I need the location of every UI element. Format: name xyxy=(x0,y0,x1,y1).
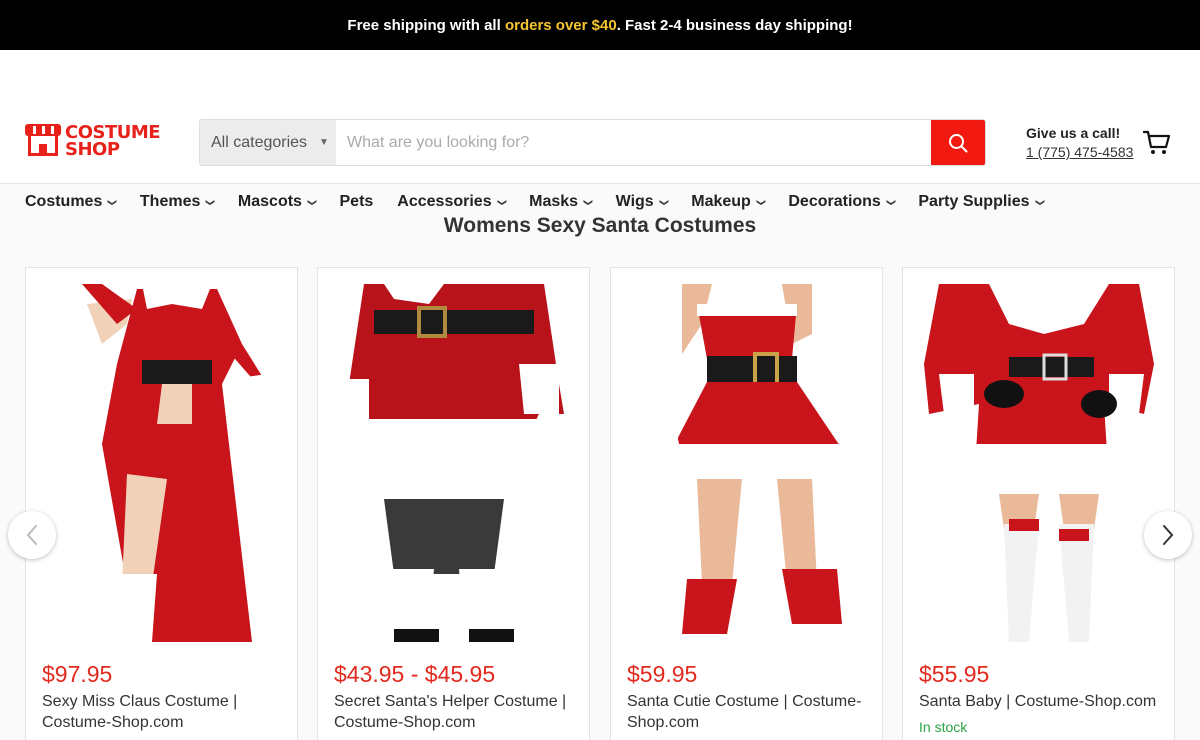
chevron-down-icon: ❯ xyxy=(583,198,594,206)
search-bar: All categories ▼ xyxy=(199,119,986,166)
product-price: $59.95 xyxy=(627,661,698,687)
logo-line-2: SHOP xyxy=(65,139,120,160)
cart-icon xyxy=(1142,130,1171,154)
announcement-text-end: . Fast 2-4 business day shipping! xyxy=(616,16,853,34)
site-header: COSTUME SHOP All categories ▼ Give us a … xyxy=(0,50,1200,210)
collection-title: Womens Sexy Santa Costumes xyxy=(443,214,757,237)
nav-label: Makeup xyxy=(691,193,751,210)
contact-title: Give us a call! xyxy=(1026,125,1121,141)
nav-item-party-supplies[interactable]: Party Supplies ❯ xyxy=(918,193,1045,211)
product-title[interactable]: Santa Cutie Costume | Costume-Shop.com xyxy=(627,691,867,733)
nav-label: Pets xyxy=(339,193,374,210)
chevron-down-icon: ❯ xyxy=(658,198,669,206)
product-card[interactable]: $43.95 - $45.95 Secret Santa's Helper Co… xyxy=(317,267,590,740)
search-input[interactable] xyxy=(336,120,931,165)
chevron-left-icon xyxy=(26,525,37,545)
product-price: $97.95 xyxy=(42,661,113,687)
nav-item-wigs[interactable]: Wigs ❯ xyxy=(615,193,669,211)
product-price: $55.95 xyxy=(919,661,990,687)
search-button[interactable] xyxy=(931,120,985,165)
nav-item-themes[interactable]: Themes ❯ xyxy=(139,193,216,211)
nav-label: Themes xyxy=(139,193,201,210)
nav-label: Decorations xyxy=(788,193,881,210)
product-title[interactable]: Secret Santa's Helper Costume | Costume-… xyxy=(334,691,574,733)
nav-label: Costumes xyxy=(25,193,103,210)
chevron-down-icon: ❯ xyxy=(205,198,216,206)
category-select-value: All categories xyxy=(211,133,308,151)
nav-label: Masks xyxy=(529,193,579,210)
nav-item-accessories[interactable]: Accessories ❯ xyxy=(397,193,507,211)
product-price: $43.95 - $45.95 xyxy=(334,661,496,687)
nav-item-pets[interactable]: Pets xyxy=(340,193,374,211)
chevron-down-icon: ❯ xyxy=(496,198,507,206)
category-select[interactable]: All categories ▼ xyxy=(200,120,336,165)
announcement-bar: Free shipping with all orders over $40. … xyxy=(0,0,1200,50)
product-image[interactable] xyxy=(42,284,282,642)
carousel-prev-button[interactable] xyxy=(8,511,56,559)
site-logo[interactable]: COSTUME SHOP xyxy=(25,124,161,160)
nav-item-costumes[interactable]: Costumes ❯ xyxy=(25,193,118,211)
chevron-down-icon: ▼ xyxy=(319,137,329,148)
nav-item-makeup[interactable]: Makeup ❯ xyxy=(691,193,767,211)
nav-item-mascots[interactable]: Mascots ❯ xyxy=(237,193,318,211)
chevron-down-icon: ❯ xyxy=(307,198,318,206)
product-card[interactable]: $97.95 Sexy Miss Claus Costume | Costume… xyxy=(25,267,298,740)
chevron-down-icon: ❯ xyxy=(756,198,767,206)
announcement-highlight: orders over $40 xyxy=(504,16,617,34)
product-image[interactable] xyxy=(627,284,867,642)
product-card[interactable]: $55.95 Santa Baby | Costume-Shop.com In … xyxy=(902,267,1175,740)
storefront-icon xyxy=(25,124,61,158)
nav-item-decorations[interactable]: Decorations ❯ xyxy=(788,193,897,211)
phone-link[interactable]: 1 (775) 475-4583 xyxy=(1026,143,1133,162)
product-card[interactable]: $59.95 Santa Cutie Costume | Costume-Sho… xyxy=(610,267,883,740)
nav-label: Party Supplies xyxy=(918,193,1030,210)
chevron-down-icon: ❯ xyxy=(886,198,897,206)
product-image[interactable] xyxy=(334,284,574,642)
product-title[interactable]: Santa Baby | Costume-Shop.com xyxy=(919,691,1159,712)
nav-item-masks[interactable]: Masks ❯ xyxy=(529,193,594,211)
stock-status: In stock xyxy=(919,719,968,735)
contact-block: Give us a call! 1 (775) 475-4583 xyxy=(1026,124,1133,162)
product-title[interactable]: Sexy Miss Claus Costume | Costume-Shop.c… xyxy=(42,691,282,733)
chevron-down-icon: ❯ xyxy=(1034,198,1045,206)
announcement-text-start: Free shipping with all xyxy=(347,16,501,34)
cart-button[interactable] xyxy=(1142,130,1171,161)
chevron-right-icon xyxy=(1163,525,1174,545)
product-image[interactable] xyxy=(919,284,1159,642)
carousel-next-button[interactable] xyxy=(1144,511,1192,559)
chevron-down-icon: ❯ xyxy=(107,198,118,206)
main-nav: Costumes ❯ Themes ❯ Mascots ❯ Pets Accessor… xyxy=(25,193,1067,211)
nav-label: Wigs xyxy=(615,193,654,210)
nav-label: Accessories xyxy=(397,193,492,210)
nav-label: Mascots xyxy=(237,193,302,210)
search-icon xyxy=(949,133,968,152)
